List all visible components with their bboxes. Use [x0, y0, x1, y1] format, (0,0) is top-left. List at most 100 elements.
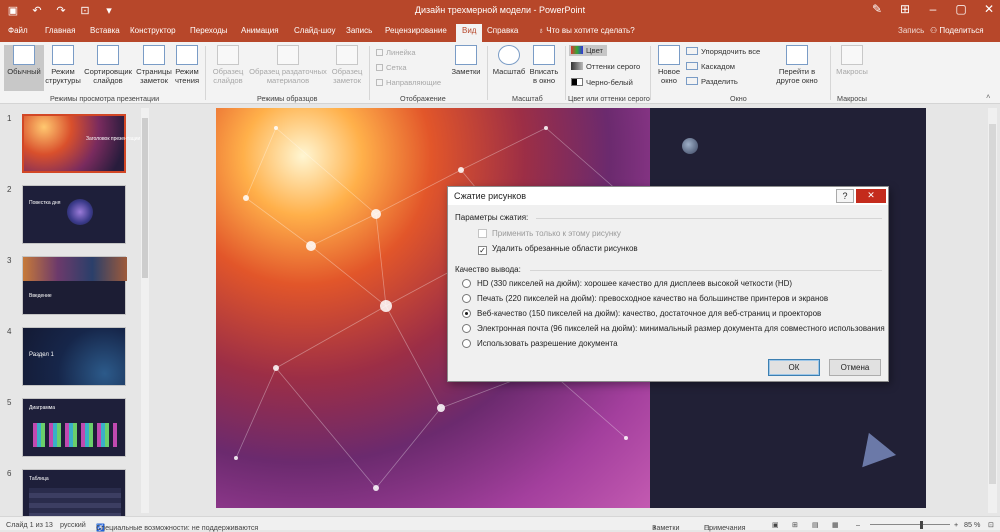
notes-icon: [455, 45, 477, 65]
reading-view-icon[interactable]: ▤: [812, 520, 819, 529]
slide-thumbnail[interactable]: Диаграмма: [22, 398, 126, 457]
notes-page-button[interactable]: Страницы заметок: [135, 45, 173, 85]
slide-thumbnail[interactable]: Введение: [22, 256, 127, 315]
tab-animations[interactable]: Анимация: [241, 26, 279, 35]
ruler-checkbox[interactable]: Линейка: [376, 48, 416, 57]
delete-cropped-checkbox[interactable]: ✓ Удалить обрезанные области рисунков: [478, 244, 638, 255]
radio-button: [462, 294, 471, 303]
new-window-button[interactable]: Новое окно: [654, 45, 684, 85]
slide-thumbnail[interactable]: Таблица: [22, 469, 126, 516]
group-separator: [205, 46, 206, 100]
fit-slide-icon[interactable]: ⊡: [988, 520, 994, 529]
zoom-in-icon[interactable]: +: [954, 520, 958, 529]
slide-thumbnail[interactable]: Повестка дня: [22, 185, 126, 244]
tab-review[interactable]: Рецензирование: [385, 26, 447, 35]
minimize-icon[interactable]: –: [926, 2, 940, 16]
switch-windows-button[interactable]: Перейти в другое окно: [770, 45, 824, 85]
group-label-show: Отображение: [400, 94, 446, 103]
maximize-icon[interactable]: ▢: [954, 2, 968, 16]
notes-button[interactable]: Заметки: [448, 45, 484, 76]
help-button[interactable]: ?: [836, 189, 854, 203]
slide-scrollbar[interactable]: [988, 108, 997, 513]
slide-sorter-icon[interactable]: ⊞: [792, 520, 798, 529]
language-indicator[interactable]: русский: [60, 520, 86, 529]
tab-transitions[interactable]: Переходы: [190, 26, 228, 35]
zoom-slider-thumb[interactable]: [920, 521, 924, 529]
slide-thumbnail-pane: 1 Заголовок презентации 2 Повестка дня 3…: [0, 105, 150, 516]
radio-button: [462, 279, 471, 288]
zoom-level[interactable]: 85 %: [964, 520, 980, 529]
magnifier-icon: [498, 45, 520, 65]
ribbon-tabs: Файл Главная Вставка Конструктор Переход…: [0, 22, 1000, 42]
quality-option-document[interactable]: Использовать разрешение документа: [462, 339, 618, 348]
quality-option-email[interactable]: Электронная почта (96 пикселей на дюйм):…: [462, 324, 885, 333]
tab-home[interactable]: Главная: [45, 26, 75, 35]
scrollbar-thumb[interactable]: [989, 124, 996, 484]
black-white-button[interactable]: Черно-белый: [571, 78, 633, 87]
slide-counter: Слайд 1 из 13: [6, 520, 53, 529]
slide-thumbnail[interactable]: Заголовок презентации: [22, 114, 140, 173]
grid-checkbox[interactable]: Сетка: [376, 63, 407, 72]
cascade-button[interactable]: Каскадом: [686, 62, 735, 71]
grayscale-button[interactable]: Оттенки серого: [571, 62, 640, 71]
tell-me-search[interactable]: ♁ Что вы хотите сделать?: [538, 26, 635, 35]
tab-insert[interactable]: Вставка: [90, 26, 120, 35]
person-icon: ⚇: [930, 26, 940, 35]
color-button[interactable]: Цвет: [569, 45, 608, 56]
outline-view-icon: [52, 45, 74, 65]
normal-view-button[interactable]: Обычный: [4, 45, 44, 91]
tab-record[interactable]: Запись: [346, 26, 372, 35]
ok-button[interactable]: ОК: [768, 359, 820, 376]
apply-only-checkbox[interactable]: Применить только к этому рисунку: [478, 229, 621, 238]
slide-thumbnail[interactable]: Раздел 1: [22, 327, 126, 386]
table-image: [29, 488, 121, 516]
dialog-title: Сжатие рисунков: [448, 187, 888, 205]
split-button[interactable]: Разделить: [686, 77, 738, 86]
tab-slideshow[interactable]: Слайд-шоу: [294, 26, 335, 35]
group-separator: [487, 46, 488, 100]
zoom-button[interactable]: Масштаб: [490, 45, 528, 76]
slide-sorter-button[interactable]: Сортировщик слайдов: [82, 45, 134, 85]
record-link[interactable]: Запись: [898, 26, 924, 35]
tab-design[interactable]: Конструктор: [130, 26, 176, 35]
title-bar: ▣ ↶ ↷ ⊡ ▾ Дизайн трехмерной модели - Pow…: [0, 0, 1000, 22]
quality-option-print[interactable]: Печать (220 пикселей на дюйм): превосход…: [462, 294, 828, 303]
cancel-button[interactable]: Отмена: [829, 359, 881, 376]
grayscale-swatch-icon: [571, 62, 583, 70]
normal-view-icon[interactable]: ▣: [772, 520, 779, 529]
collapse-ribbon-icon[interactable]: ˄: [986, 92, 990, 101]
reading-view-button[interactable]: Режим чтения: [173, 45, 201, 85]
close-icon[interactable]: ✕: [982, 2, 996, 16]
ribbon-display-icon[interactable]: ⊞: [898, 2, 912, 16]
reading-view-icon: [176, 45, 198, 65]
notes-master-button[interactable]: Образец заметок: [328, 45, 366, 85]
slide-master-button[interactable]: Образец слайдов: [208, 45, 248, 85]
group-separator: [369, 46, 370, 100]
new-window-icon: [658, 45, 680, 65]
tab-file[interactable]: Файл: [8, 26, 28, 35]
macros-button[interactable]: Макросы: [834, 45, 870, 76]
radio-button-selected: [462, 309, 471, 318]
tab-view[interactable]: Вид: [456, 24, 483, 42]
quality-option-web[interactable]: Веб-качество (150 пикселей на дюйм): кач…: [462, 309, 821, 318]
arrange-all-button[interactable]: Упорядочить все: [686, 47, 760, 56]
slide-number: 6: [7, 469, 12, 478]
zoom-slider[interactable]: [870, 524, 950, 525]
pen-icon[interactable]: ✎: [870, 2, 884, 16]
tab-help[interactable]: Справка: [487, 26, 518, 35]
group-separator: [830, 46, 831, 100]
photo-strip-image: [23, 257, 127, 281]
guides-checkbox[interactable]: Направляющие: [376, 78, 441, 87]
share-button[interactable]: ⚇ Поделиться: [930, 26, 984, 35]
scrollbar-thumb[interactable]: [142, 118, 148, 278]
thumbnail-scrollbar[interactable]: [141, 108, 149, 513]
zoom-out-icon[interactable]: –: [856, 520, 860, 529]
fit-to-window-button[interactable]: Вписать в окно: [527, 45, 561, 85]
dialog-close-button[interactable]: ✕: [856, 189, 886, 203]
slideshow-icon[interactable]: ▦: [832, 520, 839, 529]
handout-master-button[interactable]: Образец раздаточных материалов: [248, 45, 328, 85]
outline-view-button[interactable]: Режим структуры: [44, 45, 82, 85]
quality-option-hd[interactable]: HD (330 пикселей на дюйм): хорошее качес…: [462, 279, 792, 288]
group-label-color: Цвет или оттенки серого: [568, 94, 650, 103]
normal-view-icon: [13, 45, 35, 65]
